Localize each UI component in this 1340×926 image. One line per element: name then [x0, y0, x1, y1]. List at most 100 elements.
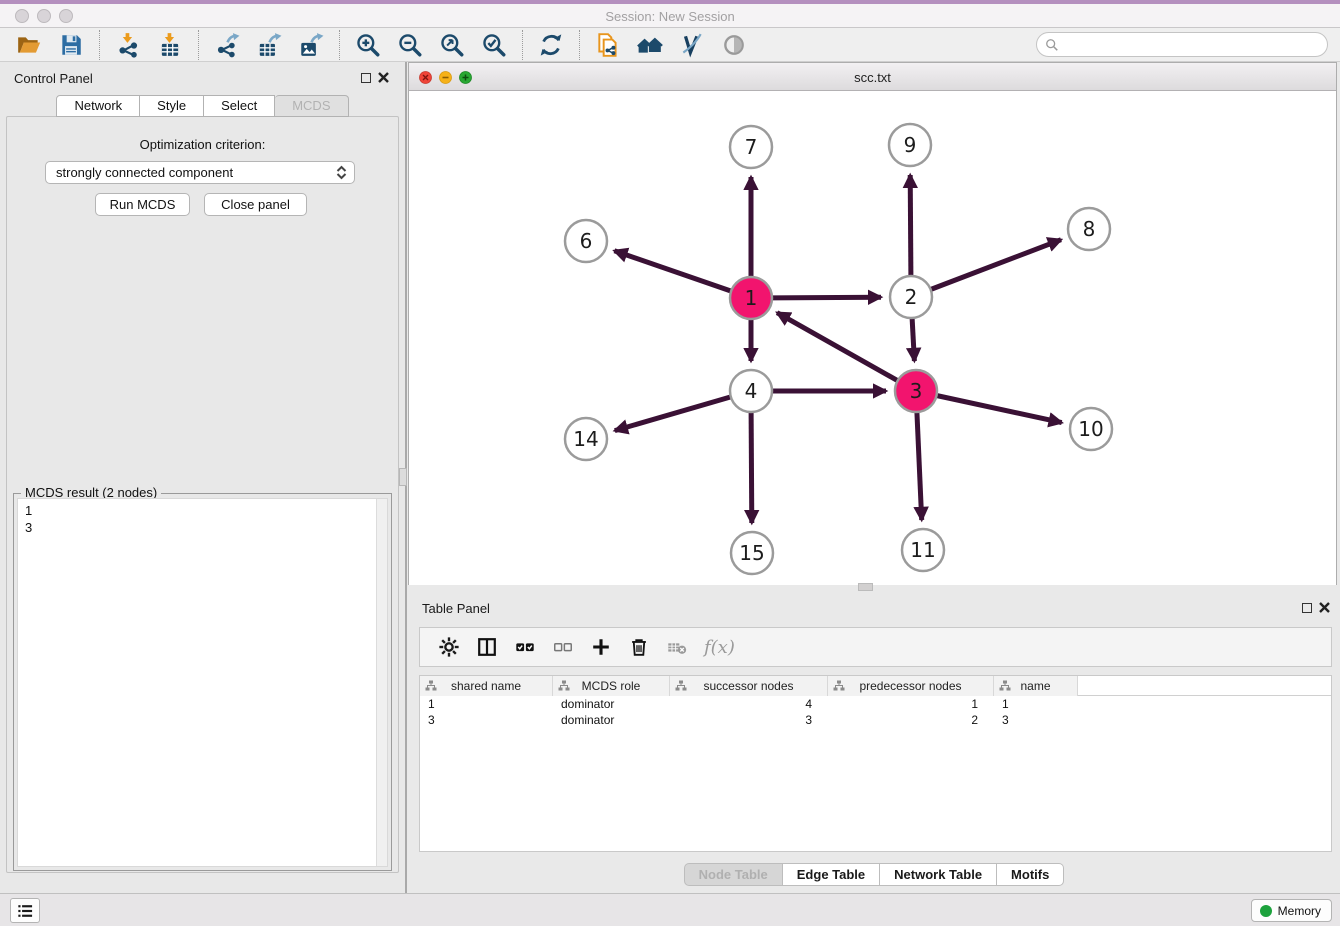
list-icon	[15, 901, 35, 921]
deselect-all-icon[interactable]	[550, 634, 576, 660]
table-panel-titlebar: Table Panel	[408, 592, 1340, 624]
table-panel: Table Panel f(x) shared nameMCDS rolesuc…	[408, 592, 1340, 893]
column-label: predecessor nodes	[859, 679, 961, 693]
column-header-name[interactable]: name	[994, 676, 1078, 696]
tab-style[interactable]: Style	[140, 95, 204, 117]
graph-edge-2-8[interactable]	[931, 240, 1061, 290]
tab-edge-table[interactable]: Edge Table	[783, 863, 880, 886]
home-icon[interactable]	[635, 30, 665, 60]
export-image-icon[interactable]	[296, 30, 326, 60]
table-row[interactable]: 3dominator323	[420, 712, 1331, 728]
node-table[interactable]: shared nameMCDS rolesuccessor nodes prede…	[419, 675, 1332, 852]
network-graph[interactable]: 7968124314101511	[409, 91, 1336, 585]
network-window-title: scc.txt	[409, 70, 1336, 85]
zoom-in-icon[interactable]	[353, 30, 383, 60]
table-cell[interactable]: 1	[420, 696, 553, 712]
float-panel-icon[interactable]	[361, 73, 371, 83]
add-icon[interactable]	[588, 634, 614, 660]
table-tabs: Node TableEdge TableNetwork TableMotifs	[408, 863, 1340, 886]
close-table-panel-icon[interactable]	[1318, 601, 1331, 614]
export-network-icon[interactable]	[212, 30, 242, 60]
gear-icon[interactable]	[436, 634, 462, 660]
mcds-result-area[interactable]: 13	[17, 498, 388, 867]
toolbar-separator	[579, 30, 580, 60]
toolbar-separator	[99, 30, 100, 60]
graph-edge-3-1[interactable]	[777, 313, 898, 381]
main-toolbar	[0, 28, 1340, 62]
columns-icon[interactable]	[474, 634, 500, 660]
zoom-out-icon[interactable]	[395, 30, 425, 60]
graph-edge-1-2[interactable]	[772, 297, 881, 298]
tab-network-table[interactable]: Network Table	[880, 863, 997, 886]
memory-button[interactable]: Memory	[1251, 899, 1332, 922]
vertical-splitter-grip[interactable]	[399, 468, 407, 486]
column-header-mcds-role[interactable]: MCDS role	[553, 676, 670, 696]
graph-node-label: 4	[745, 379, 758, 403]
close-panel-icon[interactable]	[377, 71, 390, 84]
run-mcds-button[interactable]: Run MCDS	[95, 193, 190, 216]
result-line: 1	[25, 502, 380, 519]
import-table-icon[interactable]	[155, 30, 185, 60]
table-cell[interactable]: 4	[670, 696, 828, 712]
refresh-icon[interactable]	[536, 30, 566, 60]
clone-network-icon[interactable]	[593, 30, 623, 60]
column-header-successor-nodes[interactable]: successor nodes	[670, 676, 828, 696]
graph-edge-4-14[interactable]	[615, 397, 731, 431]
graph-node-label: 10	[1078, 417, 1103, 441]
window-title: Session: New Session	[0, 9, 1340, 24]
memory-status-icon	[1260, 905, 1272, 917]
zoom-fit-icon[interactable]	[437, 30, 467, 60]
graph-edge-4-15[interactable]	[751, 412, 752, 523]
select-all-icon[interactable]	[512, 634, 538, 660]
search-input[interactable]	[1059, 33, 1327, 56]
column-header-predecessor-nodes[interactable]: predecessor nodes	[828, 676, 994, 696]
graph-edge-1-6[interactable]	[614, 251, 731, 291]
delete-icon[interactable]	[626, 634, 652, 660]
table-cell[interactable]: 2	[828, 712, 994, 728]
tab-node-table[interactable]: Node Table	[684, 863, 783, 886]
table-cell[interactable]: dominator	[553, 712, 670, 728]
table-panel-title: Table Panel	[422, 601, 490, 616]
graph-edge-3-11[interactable]	[917, 412, 922, 520]
table-cell[interactable]: 3	[670, 712, 828, 728]
close-panel-button[interactable]: Close panel	[204, 193, 307, 216]
search-box[interactable]	[1036, 32, 1328, 57]
network-canvas[interactable]: 7968124314101511	[409, 91, 1336, 585]
table-row[interactable]: 1dominator411	[420, 696, 1331, 712]
optimization-label: Optimization criterion:	[7, 137, 398, 152]
tab-select[interactable]: Select	[204, 95, 275, 117]
table-cell[interactable]: dominator	[553, 696, 670, 712]
graph-edge-3-10[interactable]	[937, 396, 1062, 423]
table-cell[interactable]: 3	[420, 712, 553, 728]
table-cell[interactable]: 1	[994, 696, 1078, 712]
result-scrollbar[interactable]	[376, 499, 387, 866]
table-body: 1dominator4113dominator323	[420, 696, 1331, 728]
graph-node-label: 2	[905, 285, 918, 309]
graph-node-label: 11	[910, 538, 935, 562]
control-panel-titlebar: Control Panel	[0, 62, 405, 94]
export-table-icon[interactable]	[254, 30, 284, 60]
import-network-icon[interactable]	[113, 30, 143, 60]
vizmapper-icon[interactable]	[677, 30, 707, 60]
tab-network[interactable]: Network	[56, 95, 140, 117]
open-session-icon[interactable]	[14, 30, 44, 60]
zoom-selected-icon[interactable]	[479, 30, 509, 60]
search-icon	[1045, 38, 1059, 52]
float-table-panel-icon[interactable]	[1302, 603, 1312, 613]
tab-motifs[interactable]: Motifs	[997, 863, 1064, 886]
graph-edge-2-9[interactable]	[910, 175, 911, 276]
column-header-shared-name[interactable]: shared name	[420, 676, 553, 696]
graph-node-label: 15	[739, 541, 764, 565]
status-bar: Memory	[0, 893, 1340, 926]
table-cell[interactable]: 3	[994, 712, 1078, 728]
task-history-button[interactable]	[10, 898, 40, 923]
tab-mcds[interactable]: MCDS	[275, 95, 348, 117]
horizontal-splitter-grip[interactable]	[858, 583, 873, 591]
optimization-select[interactable]: strongly connected component	[45, 161, 355, 184]
network-window-titlebar[interactable]: scc.txt	[409, 63, 1336, 91]
graph-edge-2-3[interactable]	[912, 318, 914, 361]
control-panel-tabs: NetworkStyleSelectMCDS	[0, 95, 405, 117]
graph-node-label: 9	[904, 133, 917, 157]
table-cell[interactable]: 1	[828, 696, 994, 712]
save-session-icon[interactable]	[56, 30, 86, 60]
